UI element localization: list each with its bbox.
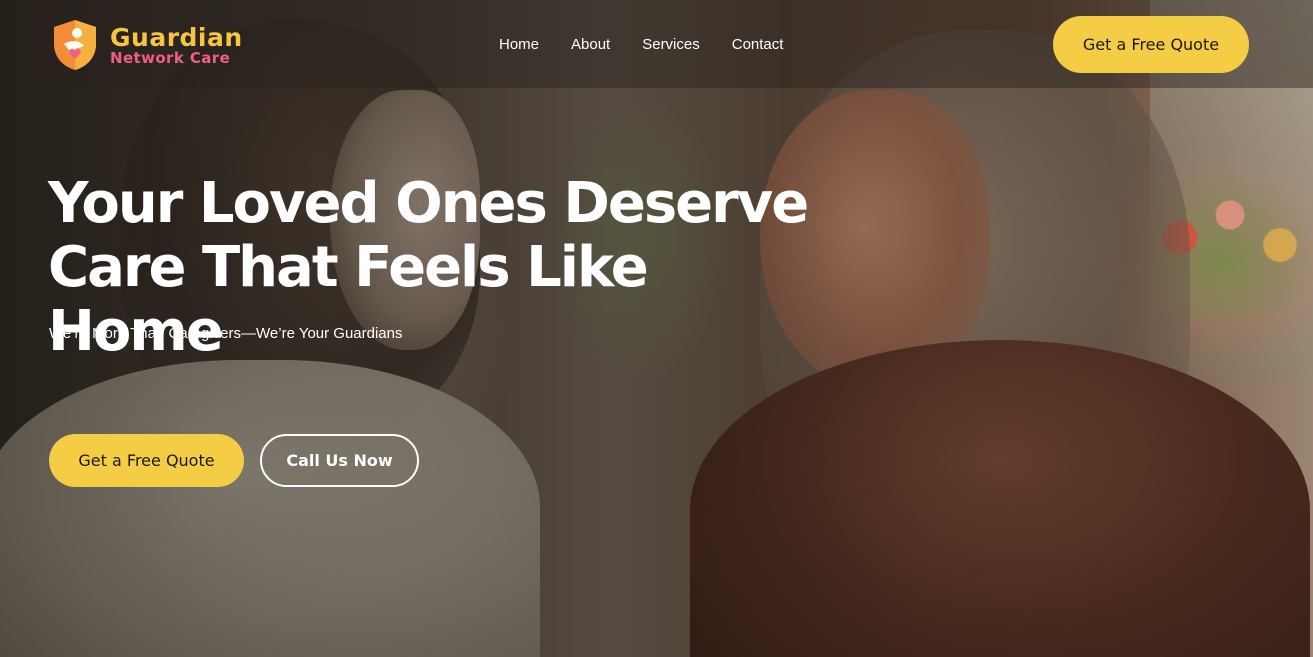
hero-call-us-button[interactable]: Call Us Now	[260, 434, 419, 487]
shield-logo-icon	[54, 20, 96, 70]
nav-link-home[interactable]: Home	[499, 36, 539, 53]
nav-link-services[interactable]: Services	[642, 36, 700, 53]
hero-section: Guardian Network Care Home About Service…	[0, 0, 1313, 657]
hero-title-line-1: Your Loved Ones Deserve	[48, 171, 809, 236]
hero-title-line-2: Care That Feels Like Home	[48, 235, 649, 364]
nav-link-about[interactable]: About	[571, 36, 610, 53]
top-navbar: Guardian Network Care Home About Service…	[0, 0, 1313, 88]
header-get-quote-button[interactable]: Get a Free Quote	[1053, 16, 1249, 73]
site-logo[interactable]: Guardian Network Care	[50, 18, 243, 72]
nav-link-contact[interactable]: Contact	[732, 36, 784, 53]
brand-name: Guardian	[110, 22, 243, 52]
hero-get-quote-button[interactable]: Get a Free Quote	[49, 434, 244, 487]
main-nav: Home About Services Contact	[499, 36, 815, 53]
hero-subtitle: We’re More Than Caregivers—We’re Your Gu…	[49, 325, 403, 342]
brand-tagline: Network Care	[110, 48, 231, 67]
